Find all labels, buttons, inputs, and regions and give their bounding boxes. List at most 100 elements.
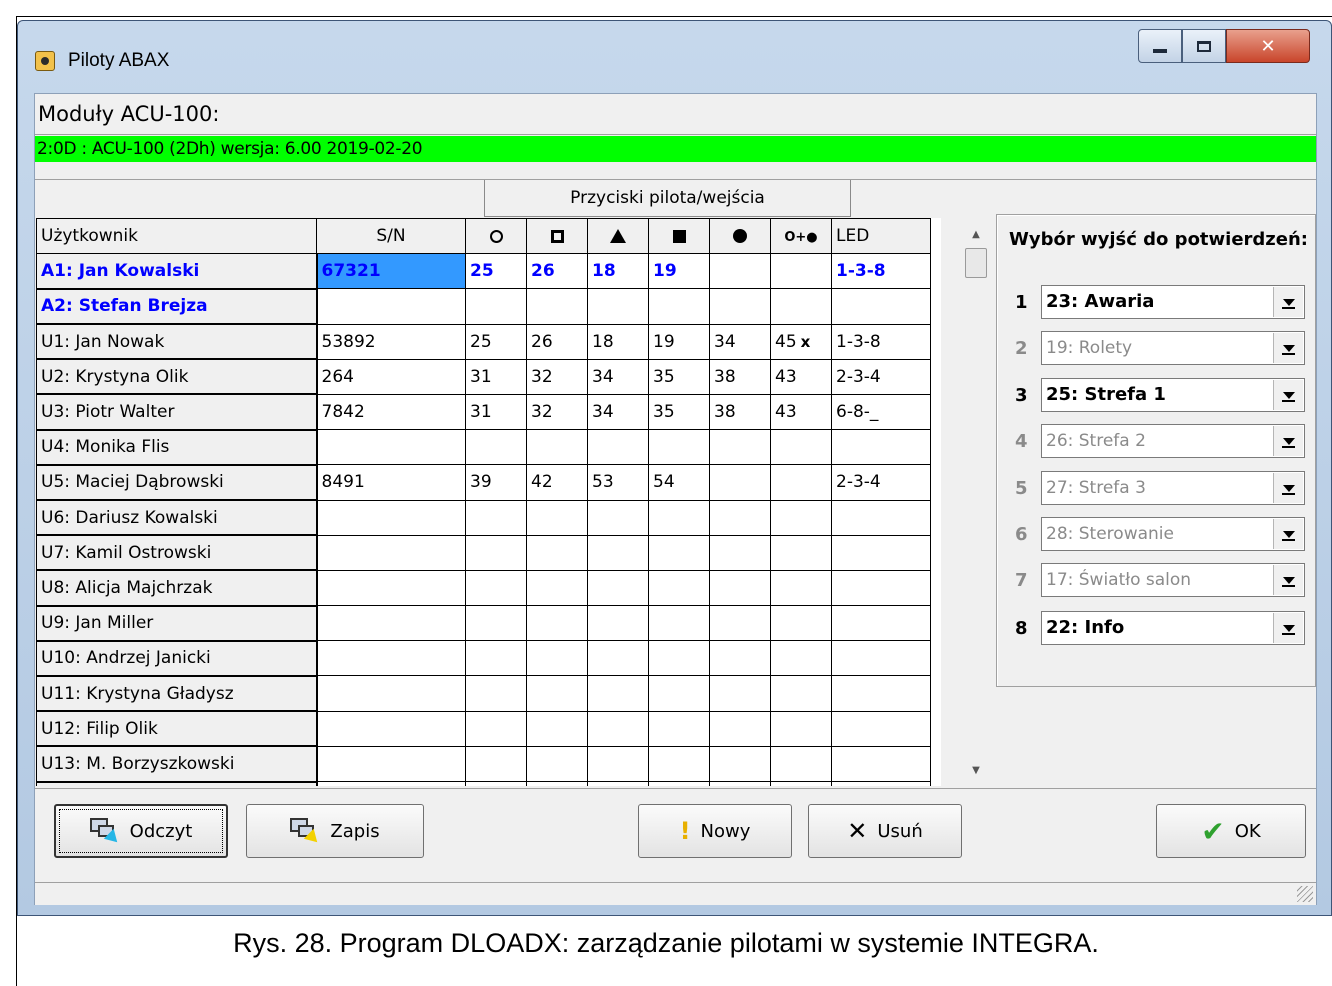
serial-number-cell[interactable]: 53892: [316, 323, 466, 360]
button-assignment-cell[interactable]: 25: [465, 323, 527, 360]
grid-scrollbar[interactable]: ▲ ▼: [961, 218, 991, 786]
delete-button[interactable]: ✕ Usuń: [808, 804, 962, 858]
button-assignment-cell[interactable]: [709, 569, 771, 607]
button-assignment-cell[interactable]: [770, 464, 832, 501]
button-assignment-cell[interactable]: [648, 569, 710, 607]
button-assignment-cell[interactable]: [465, 745, 527, 783]
button-assignment-cell[interactable]: [648, 780, 710, 786]
button-assignment-cell[interactable]: [526, 429, 588, 466]
module-list-item[interactable]: 2:0D : ACU-100 (2Dh) wersja: 6.00 2019-0…: [35, 136, 1316, 162]
led-cell[interactable]: 1-3-8: [831, 323, 931, 360]
user-cell[interactable]: A2: Stefan Brejza: [36, 288, 318, 326]
table-row[interactable]: U11: Krystyna Gładysz: [36, 675, 931, 713]
button-assignment-cell[interactable]: 18: [587, 323, 649, 360]
chevron-down-icon[interactable]: [1273, 613, 1303, 643]
table-row[interactable]: U10: Andrzej Janicki: [36, 640, 931, 677]
button-assignment-cell[interactable]: [526, 605, 588, 642]
button-assignment-cell[interactable]: [587, 780, 649, 786]
minimize-button[interactable]: [1138, 29, 1182, 63]
button-assignment-cell[interactable]: [709, 253, 771, 290]
user-cell[interactable]: U7: Kamil Ostrowski: [36, 534, 318, 572]
button-assignment-cell[interactable]: [465, 288, 527, 325]
chevron-down-icon[interactable]: [1273, 473, 1303, 503]
button-assignment-cell[interactable]: [587, 429, 649, 466]
button-assignment-cell[interactable]: 31: [465, 358, 527, 395]
table-row[interactable]: U3: Piotr Walter 7842 31 32 34 35 38 43 6-8-_: [36, 393, 931, 431]
button-assignment-cell[interactable]: [526, 745, 588, 783]
button-assignment-cell[interactable]: [526, 569, 588, 607]
table-row[interactable]: U8: Alicja Majchrzak: [36, 569, 931, 607]
led-cell[interactable]: 2-3-4: [831, 464, 931, 501]
button-assignment-cell[interactable]: [465, 605, 527, 642]
table-row[interactable]: U4: Monika Flis: [36, 429, 931, 466]
button-assignment-cell[interactable]: [709, 288, 771, 325]
chevron-down-icon[interactable]: [1273, 519, 1303, 549]
led-cell[interactable]: [831, 780, 931, 786]
button-assignment-cell[interactable]: 45 x: [770, 323, 832, 360]
button-assignment-cell[interactable]: [587, 569, 649, 607]
serial-number-cell[interactable]: [316, 745, 466, 783]
led-cell[interactable]: 6-8-_: [831, 393, 931, 431]
maximize-button[interactable]: [1182, 29, 1226, 63]
ok-button[interactable]: ✔ OK: [1156, 804, 1306, 858]
button-assignment-cell[interactable]: 19: [648, 253, 710, 290]
output-select[interactable]: 19: Rolety: [1041, 331, 1305, 365]
button-assignment-cell[interactable]: [587, 640, 649, 677]
serial-number-cell[interactable]: 264: [316, 358, 466, 395]
resize-grip-icon[interactable]: [1297, 886, 1313, 902]
button-assignment-cell[interactable]: [465, 640, 527, 677]
button-assignment-cell[interactable]: 32: [526, 358, 588, 395]
button-assignment-cell[interactable]: [648, 605, 710, 642]
user-cell[interactable]: A1: Jan Kowalski: [36, 253, 318, 290]
serial-number-cell[interactable]: [316, 499, 466, 536]
table-row[interactable]: U6: Dariusz Kowalski: [36, 499, 931, 537]
serial-number-cell[interactable]: [316, 675, 466, 712]
button-assignment-cell[interactable]: [465, 499, 527, 536]
button-assignment-cell[interactable]: 26: [526, 253, 588, 290]
user-cell[interactable]: U10: Andrzej Janicki: [36, 640, 318, 677]
button-assignment-cell[interactable]: [709, 780, 771, 786]
button-assignment-cell[interactable]: [770, 569, 832, 607]
led-cell[interactable]: [831, 710, 931, 747]
button-assignment-cell[interactable]: [709, 710, 771, 747]
read-button[interactable]: Odczyt: [54, 804, 228, 858]
serial-number-cell[interactable]: [316, 780, 466, 786]
output-select[interactable]: 27: Strefa 3: [1041, 471, 1305, 505]
table-row[interactable]: U12: Filip Olik: [36, 710, 931, 748]
button-assignment-cell[interactable]: 38: [709, 358, 771, 395]
chevron-down-icon[interactable]: [1273, 333, 1303, 363]
user-cell[interactable]: U8: Alicja Majchrzak: [36, 569, 318, 607]
column-header-led[interactable]: LED: [831, 218, 931, 255]
button-assignment-cell[interactable]: 19: [648, 323, 710, 360]
button-assignment-cell[interactable]: [648, 534, 710, 571]
serial-number-cell[interactable]: 67321: [316, 253, 466, 290]
button-assignment-cell[interactable]: 35: [648, 393, 710, 431]
button-assignment-cell[interactable]: [770, 675, 832, 712]
led-cell[interactable]: [831, 745, 931, 783]
button-assignment-cell[interactable]: [709, 675, 771, 712]
output-select[interactable]: 22: Info: [1041, 611, 1305, 645]
button-assignment-cell[interactable]: [709, 605, 771, 642]
led-cell[interactable]: [831, 675, 931, 712]
button-assignment-cell[interactable]: [770, 288, 832, 325]
button-assignment-cell[interactable]: [770, 710, 832, 747]
button-assignment-cell[interactable]: [465, 675, 527, 712]
user-cell[interactable]: U3: Piotr Walter: [36, 393, 318, 431]
button-assignment-cell[interactable]: [465, 710, 527, 747]
button-assignment-cell[interactable]: [465, 569, 527, 607]
button-assignment-cell[interactable]: 42: [526, 464, 588, 501]
button-assignment-cell[interactable]: [770, 640, 832, 677]
table-row[interactable]: U1: Jan Nowak 53892 25 26 18 19 34 45 x 1-3-8: [36, 323, 931, 361]
user-cell[interactable]: U2: Krystyna Olik: [36, 358, 318, 396]
led-cell[interactable]: 2-3-4: [831, 358, 931, 395]
led-cell[interactable]: [831, 429, 931, 466]
button-assignment-cell[interactable]: 43: [770, 358, 832, 395]
button-assignment-cell[interactable]: 39: [465, 464, 527, 501]
chevron-down-icon[interactable]: [1273, 380, 1303, 410]
user-cell[interactable]: U1: Jan Nowak: [36, 323, 318, 361]
button-assignment-cell[interactable]: 26: [526, 323, 588, 360]
user-cell[interactable]: U12: Filip Olik: [36, 710, 318, 748]
table-row[interactable]: U13: M. Borzyszkowski: [36, 745, 931, 783]
button-assignment-cell[interactable]: 54: [648, 464, 710, 501]
table-row[interactable]: U9: Jan Miller: [36, 605, 931, 642]
